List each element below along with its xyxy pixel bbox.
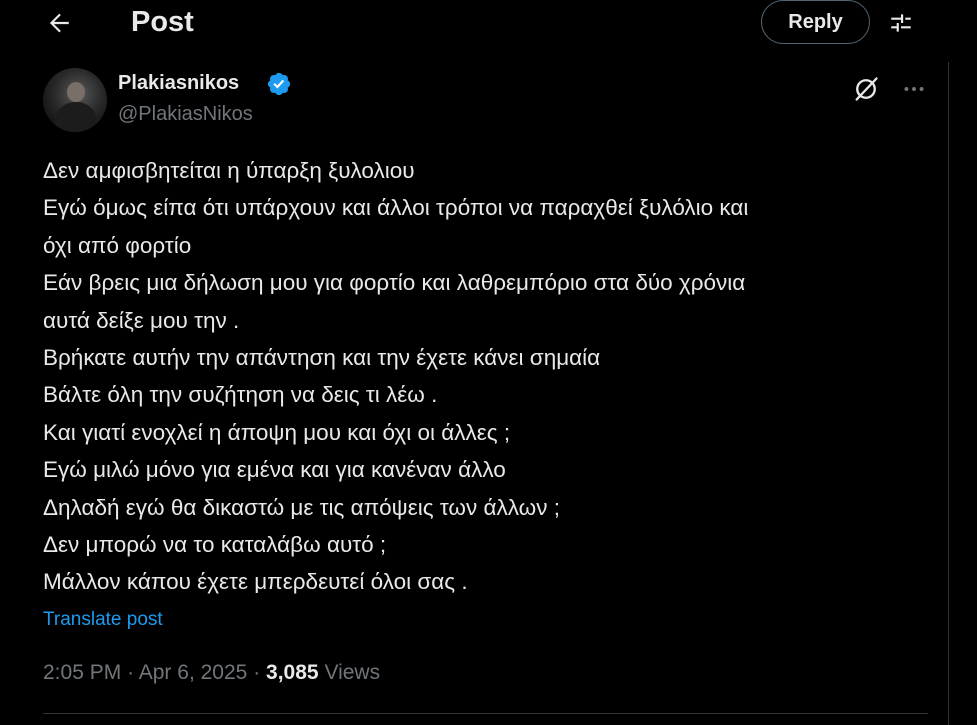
post-text-line: αυτά δείξε μου την . [43, 307, 240, 333]
divider [43, 713, 928, 714]
views-count: 3,085 [266, 661, 319, 684]
separator: · [127, 661, 135, 684]
post-text-line: Εάν βρεις μια δήλωση μου για φορτίο και … [43, 270, 746, 296]
views-label: Views [324, 661, 381, 684]
verified-badge-icon[interactable] [266, 71, 292, 97]
author-display-name[interactable]: Plakiasnikos [118, 70, 239, 96]
post-text-line: Μάλλον κάπου έχετε μπερδευτεί όλοι σας . [43, 569, 468, 595]
avatar[interactable] [43, 68, 107, 132]
filter-button[interactable] [882, 4, 920, 42]
grok-button[interactable] [850, 73, 882, 105]
post-text-line: Βάλτε όλη την συζήτηση να δεις τι λέω . [43, 382, 438, 408]
top-bar: Post Reply [0, 0, 977, 45]
sliders-icon [891, 14, 911, 32]
reply-button[interactable]: Reply [761, 0, 870, 44]
post-text-line: Βρήκατε αυτήν την απάντηση και την έχετε… [43, 345, 601, 371]
more-button[interactable] [898, 73, 930, 105]
more-icon [904, 87, 924, 91]
arrow-left-icon [49, 13, 69, 33]
post-text-line: όχι από φορτίο [43, 232, 192, 258]
separator: · [253, 661, 261, 684]
post-text-line: Δηλαδή εγώ θα δικαστώ με τις απόψεις των… [43, 494, 560, 520]
grok-icon [855, 77, 878, 101]
post-text-line: Δεν μπορώ να το καταλάβω αυτό ; [43, 532, 387, 558]
column-border [948, 62, 949, 725]
back-button[interactable] [40, 4, 78, 42]
post-text-line: Εγώ όμως είπα ότι υπάρχουν και άλλοι τρό… [43, 195, 749, 221]
post-text: Δεν αμφισβητείται η ύπαρξη ξυλολιου Εγώ … [43, 152, 923, 601]
post-metadata: 2:05 PM · Apr 6, 2025 · 3,085 Views [43, 659, 380, 687]
post-text-line: Δεν αμφισβητείται η ύπαρξη ξυλολιου [43, 158, 415, 183]
page-title: Post [131, 6, 194, 38]
post-text-line: Και γιατί ενοχλεί η άποψη μου και όχι οι… [43, 419, 511, 445]
translate-post-link[interactable]: Translate post [43, 607, 163, 633]
author-handle[interactable]: @PlakiasNikos [118, 101, 253, 127]
post-date[interactable]: Apr 6, 2025 [139, 661, 248, 684]
post-text-line: Εγώ μιλώ μόνο για εμένα και για κανέναν … [43, 457, 506, 483]
post-time[interactable]: 2:05 PM [43, 661, 121, 684]
